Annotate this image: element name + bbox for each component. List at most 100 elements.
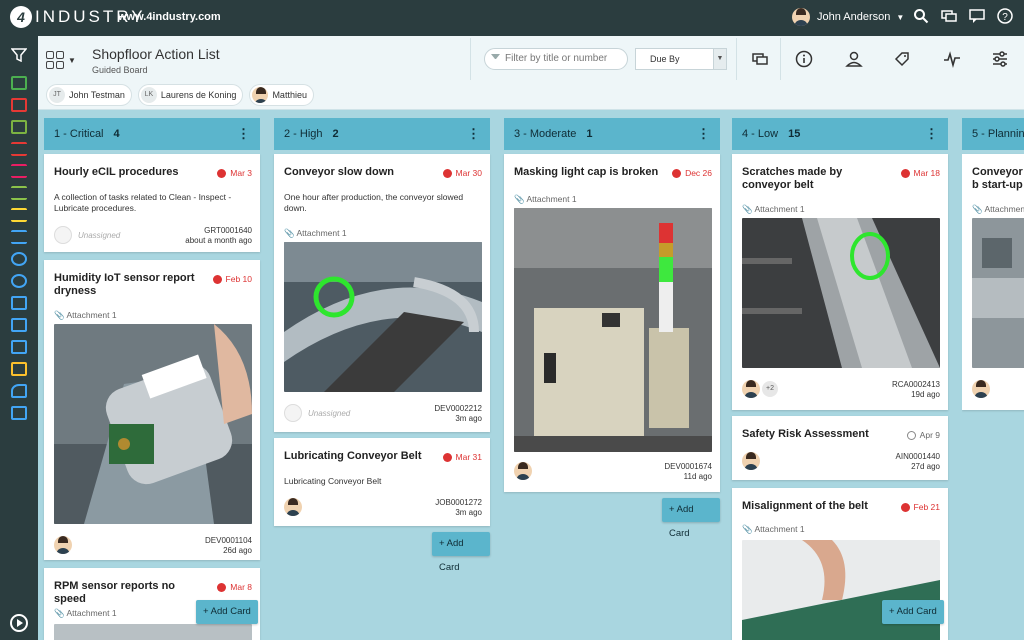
list-green-icon[interactable] — [11, 186, 27, 200]
card-due-date: Mar 30 — [455, 168, 482, 178]
card-meta: AIN0001440 27d ago — [896, 452, 940, 472]
inbox-icon[interactable] — [11, 318, 27, 332]
avatar[interactable] — [742, 380, 760, 403]
card-title: Lubricating Conveyor Belt — [284, 450, 422, 462]
card-image[interactable] — [972, 218, 1024, 368]
board-subtitle: Guided Board — [92, 65, 148, 75]
card-id: JOB0001272 — [435, 498, 482, 507]
avatar[interactable] — [284, 498, 302, 521]
add-card-button[interactable]: + Add Card — [882, 600, 944, 624]
message-icon[interactable] — [940, 8, 958, 26]
clock-icon — [672, 168, 682, 178]
card-due-date: Mar 3 — [230, 168, 252, 178]
card-image[interactable] — [742, 540, 940, 640]
card-assignee[interactable]: Unassigned — [54, 226, 120, 244]
table-icon[interactable] — [11, 120, 27, 134]
play-icon[interactable] — [10, 614, 28, 632]
chevron-down-icon: ▼ — [896, 12, 905, 22]
search-icon[interactable] — [912, 8, 930, 26]
bracket-icon[interactable] — [11, 296, 27, 310]
avatar[interactable] — [514, 462, 532, 485]
card[interactable]: Safety Risk Assessment Apr 9 AIN0001440 2… — [732, 416, 948, 480]
folder-icon[interactable] — [11, 406, 27, 420]
card-assignee[interactable]: Unassigned — [284, 404, 350, 422]
card-image[interactable] — [514, 208, 712, 452]
card-id: AIN0001440 — [895, 452, 940, 461]
more-vertical-icon[interactable]: ⋮ — [237, 126, 250, 142]
avatar[interactable] — [742, 452, 760, 475]
card-meta: RCA0002413 19d ago — [892, 380, 940, 400]
divider — [780, 38, 781, 80]
filter-placeholder: Filter by title or number — [505, 53, 608, 64]
help-icon[interactable]: ? — [996, 8, 1014, 26]
board-switcher-button[interactable]: ▼ — [46, 50, 76, 70]
card[interactable]: Masking light cap is broken Dec 26 📎 Att… — [504, 154, 720, 492]
info-icon[interactable] — [794, 50, 814, 70]
help-circle-icon[interactable] — [11, 252, 27, 266]
avatar[interactable] — [54, 536, 72, 559]
avatar[interactable] — [972, 380, 990, 403]
filter-input[interactable]: Filter by title or number — [484, 48, 628, 70]
empty-avatar-icon — [54, 226, 72, 244]
more-vertical-icon[interactable]: ⋮ — [925, 126, 938, 142]
card-image[interactable] — [54, 624, 252, 640]
user-menu[interactable]: John Anderson ▼ — [792, 8, 904, 26]
message-icon[interactable] — [750, 50, 770, 70]
card-attachment[interactable]: 📎 Attachment 1 — [742, 204, 805, 215]
card-attachment[interactable]: 📎 Attachment 1 — [742, 524, 805, 535]
activity-icon[interactable] — [942, 50, 962, 70]
list-red-icon[interactable] — [11, 142, 27, 156]
sort-select[interactable]: Due By ▼ — [635, 48, 727, 70]
member-name: John Testman — [69, 90, 125, 100]
more-assignees-badge[interactable]: +2 — [762, 381, 778, 397]
list-yellow-icon[interactable] — [11, 208, 27, 222]
check-circle-icon[interactable] — [11, 274, 27, 288]
member-chip[interactable]: LK Laurens de Koning — [137, 84, 244, 106]
member-chip[interactable]: JT John Testman — [46, 84, 132, 106]
card-title: Conveyor b start-up — [972, 166, 1023, 191]
wrench-icon[interactable] — [11, 384, 27, 398]
board-icon[interactable] — [11, 76, 27, 90]
grid-red-icon[interactable] — [11, 98, 27, 112]
card-id: GRT0001640 — [204, 226, 252, 235]
card-image[interactable] — [284, 242, 482, 392]
more-vertical-icon[interactable]: ⋮ — [697, 126, 710, 142]
card[interactable]: Hourly eCIL procedures Mar 3 A collectio… — [44, 154, 260, 252]
card-attachment[interactable]: 📎 Attachment 1 — [284, 228, 347, 239]
site-url[interactable]: www.4industry.com — [118, 11, 221, 23]
more-vertical-icon[interactable]: ⋮ — [467, 126, 480, 142]
chat-icon[interactable] — [968, 8, 986, 26]
card-description: One hour after production, the conveyor … — [284, 192, 464, 213]
card-attachment[interactable]: 📎 Attachment 1 — [54, 310, 117, 321]
user-icon[interactable] — [844, 50, 864, 70]
add-card-label: Add Card — [439, 538, 464, 573]
card[interactable]: Conveyor b start-up 📎 Attachment — [962, 154, 1024, 410]
sliders-icon[interactable] — [990, 50, 1010, 70]
column-header: 3 - Moderate 1 ⋮ — [504, 118, 720, 150]
list-blue-icon[interactable] — [11, 230, 27, 244]
clock-icon — [900, 502, 910, 512]
list-pink-icon[interactable] — [11, 164, 27, 178]
filter-icon[interactable] — [10, 48, 28, 63]
card[interactable]: Scratches made by conveyor belt Mar 18 📎… — [732, 154, 948, 410]
member-chip[interactable]: Matthieu — [249, 84, 314, 106]
add-card-button[interactable]: + Add Card — [196, 600, 258, 624]
card-due-date: Feb 10 — [225, 274, 252, 284]
card-attachment[interactable]: 📎 Attachment — [972, 204, 1024, 215]
tag-icon[interactable] — [892, 50, 912, 70]
book-icon[interactable] — [11, 340, 27, 354]
add-card-button[interactable]: + Add Card — [662, 498, 720, 539]
card-attachment[interactable]: 📎 Attachment 1 — [54, 608, 117, 619]
code-icon[interactable] — [11, 362, 27, 376]
clock-icon — [217, 168, 227, 178]
card[interactable]: Conveyor slow down Mar 30 One hour after… — [274, 154, 490, 432]
card-attachment[interactable]: 📎 Attachment 1 — [514, 194, 577, 205]
left-sidebar — [0, 36, 38, 640]
card-age: 3m ago — [455, 414, 482, 423]
card-image[interactable] — [742, 218, 940, 368]
card[interactable]: Humidity IoT sensor report dryness Feb 1… — [44, 260, 260, 560]
column-count: 15 — [788, 128, 801, 140]
card-image[interactable] — [54, 324, 252, 524]
card[interactable]: Lubricating Conveyor Belt Mar 31 Lubrica… — [274, 438, 490, 526]
add-card-button[interactable]: + Add Card — [432, 532, 490, 573]
